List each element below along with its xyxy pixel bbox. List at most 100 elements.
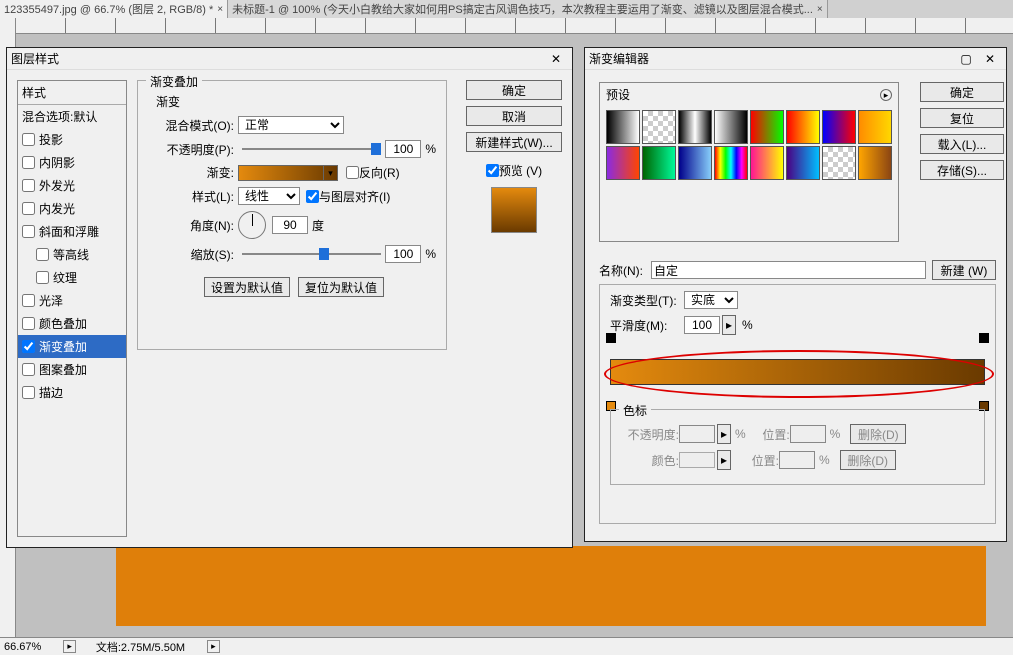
group-sub: 渐变 <box>156 93 436 110</box>
styles-list: 样式 混合选项:默认 投影内阴影外发光内发光斜面和浮雕等高线纹理光泽颜色叠加渐变… <box>17 80 127 537</box>
style-item-渐变叠加[interactable]: 渐变叠加 <box>18 335 126 358</box>
new-button[interactable]: 新建 (W) <box>932 260 996 280</box>
load-button[interactable]: 载入(L)... <box>920 134 1004 154</box>
close-icon[interactable]: × <box>217 4 223 15</box>
reverse-check[interactable]: 反向(R) <box>346 164 400 181</box>
stop-location-input <box>779 451 815 469</box>
ok-button[interactable]: 确定 <box>920 82 1004 102</box>
document-tabs: 123355497.jpg @ 66.7% (图层 2, RGB/8) * × … <box>0 0 1013 18</box>
style-item-颜色叠加[interactable]: 颜色叠加 <box>18 312 126 335</box>
align-check[interactable]: 与图层对齐(I) <box>306 188 390 205</box>
ruler-horizontal <box>16 18 1013 34</box>
style-item-外发光[interactable]: 外发光 <box>18 174 126 197</box>
canvas-content <box>116 546 986 626</box>
preset-swatch[interactable] <box>858 110 892 144</box>
smooth-input[interactable] <box>684 316 720 334</box>
preset-swatch[interactable] <box>606 110 640 144</box>
doc-size: 文档:2.75M/5.50M <box>96 639 185 655</box>
blendmode-label: 混合模式(O): <box>152 117 234 134</box>
style-item-斜面和浮雕[interactable]: 斜面和浮雕 <box>18 220 126 243</box>
close-icon[interactable]: ✕ <box>978 50 1002 68</box>
angle-input[interactable] <box>272 216 308 234</box>
scale-label: 缩放(S): <box>152 246 234 263</box>
style-item-图案叠加[interactable]: 图案叠加 <box>18 358 126 381</box>
angle-dial[interactable] <box>238 211 266 239</box>
close-icon[interactable]: × <box>817 4 823 15</box>
scale-input[interactable] <box>385 245 421 263</box>
newstyle-button[interactable]: 新建样式(W)... <box>466 132 562 152</box>
style-item-纹理[interactable]: 纹理 <box>18 266 126 289</box>
ok-button[interactable]: 确定 <box>466 80 562 100</box>
opacity-input[interactable] <box>385 140 421 158</box>
opacity-slider[interactable] <box>242 142 381 156</box>
cancel-button[interactable]: 取消 <box>466 106 562 126</box>
layer-style-dialog: 图层样式 ✕ 样式 混合选项:默认 投影内阴影外发光内发光斜面和浮雕等高线纹理光… <box>6 47 573 548</box>
style-item-内阴影[interactable]: 内阴影 <box>18 151 126 174</box>
stop-location-input <box>790 425 826 443</box>
set-default-button[interactable]: 设置为默认值 <box>204 277 290 297</box>
tab-label: 123355497.jpg @ 66.7% (图层 2, RGB/8) * <box>4 1 213 17</box>
preset-swatch[interactable] <box>678 146 712 180</box>
style-item-内发光[interactable]: 内发光 <box>18 197 126 220</box>
preset-swatch[interactable] <box>642 146 676 180</box>
chevron-down-icon[interactable]: ▾ <box>323 166 337 180</box>
styles-header[interactable]: 样式 <box>18 81 126 104</box>
stop-location-label: 位置: <box>756 426 790 443</box>
scale-slider[interactable] <box>242 247 381 261</box>
zoom-level[interactable]: 66.67% <box>4 641 41 653</box>
style-item-描边[interactable]: 描边 <box>18 381 126 404</box>
preset-swatch[interactable] <box>822 146 856 180</box>
preset-swatch[interactable] <box>750 110 784 144</box>
opacity-stop-left[interactable] <box>606 333 616 343</box>
chevron-right-icon[interactable]: ▸ <box>63 640 76 653</box>
preset-swatch[interactable] <box>822 110 856 144</box>
close-icon[interactable]: ✕ <box>544 50 568 68</box>
chevron-right-icon[interactable]: ▸ <box>722 315 736 335</box>
preset-swatch[interactable] <box>786 146 820 180</box>
chevron-right-icon: ▸ <box>717 424 731 444</box>
maximize-icon[interactable]: ▢ <box>954 50 978 68</box>
gradient-editor-dialog: 渐变编辑器 ▢ ✕ 确定 复位 载入(L)... 存储(S)... 预设▸ 名称… <box>584 47 1007 542</box>
style-item-投影[interactable]: 投影 <box>18 128 126 151</box>
reset-default-button[interactable]: 复位为默认值 <box>298 277 384 297</box>
blend-header[interactable]: 混合选项:默认 <box>18 104 126 128</box>
tab-doc-2[interactable]: 未标题-1 @ 100% (今天小白教给大家如何用PS搞定古风调色技巧，本次教程… <box>228 0 828 18</box>
preset-swatch[interactable] <box>786 110 820 144</box>
blendmode-select[interactable]: 正常 <box>238 116 344 134</box>
preset-swatch[interactable] <box>750 146 784 180</box>
dialog-title: 图层样式 <box>11 50 544 67</box>
name-input[interactable] <box>651 261 926 279</box>
tab-label: 未标题-1 @ 100% (今天小白教给大家如何用PS搞定古风调色技巧，本次教程… <box>232 1 813 17</box>
preset-swatch[interactable] <box>606 146 640 180</box>
preset-swatch[interactable] <box>642 110 676 144</box>
chevron-right-icon: ▸ <box>717 450 731 470</box>
preview-check[interactable]: 预览 (V) <box>466 162 562 179</box>
save-button[interactable]: 存储(S)... <box>920 160 1004 180</box>
style-item-等高线[interactable]: 等高线 <box>18 243 126 266</box>
type-label: 渐变类型(T): <box>610 292 684 309</box>
pct: % <box>425 142 436 156</box>
chevron-right-icon[interactable]: ▸ <box>207 640 220 653</box>
stop-opacity-label: 不透明度: <box>621 426 679 443</box>
gradient-bar[interactable] <box>610 359 985 385</box>
angle-label: 角度(N): <box>152 217 234 234</box>
preset-swatch[interactable] <box>714 146 748 180</box>
titlebar[interactable]: 图层样式 ✕ <box>7 48 572 70</box>
presets-label: 预设▸ <box>600 83 898 106</box>
flyout-icon[interactable]: ▸ <box>880 89 892 101</box>
stop-color-label: 颜色: <box>621 452 679 469</box>
preset-swatch[interactable] <box>714 110 748 144</box>
type-select[interactable]: 实底 <box>684 291 738 309</box>
titlebar[interactable]: 渐变编辑器 ▢ ✕ <box>585 48 1006 70</box>
reset-button[interactable]: 复位 <box>920 108 1004 128</box>
preset-swatch[interactable] <box>678 110 712 144</box>
style-select[interactable]: 线性 <box>238 187 300 205</box>
tab-doc-1[interactable]: 123355497.jpg @ 66.7% (图层 2, RGB/8) * × <box>0 0 228 18</box>
opacity-stop-right[interactable] <box>979 333 989 343</box>
stops-label: 色标 <box>619 402 651 419</box>
dialog-title: 渐变编辑器 <box>589 50 954 67</box>
gradient-label: 渐变: <box>152 164 234 181</box>
preset-swatch[interactable] <box>858 146 892 180</box>
style-item-光泽[interactable]: 光泽 <box>18 289 126 312</box>
gradient-swatch[interactable]: ▾ <box>238 165 338 181</box>
